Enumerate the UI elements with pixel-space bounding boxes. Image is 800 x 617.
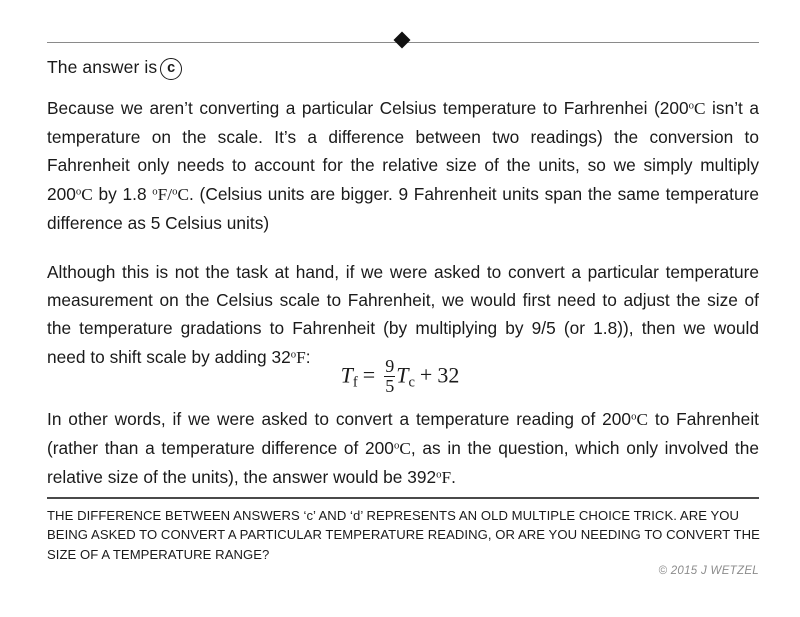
formula-denominator: 5 xyxy=(384,375,396,396)
formula-fraction: 95 xyxy=(384,356,396,396)
top-divider xyxy=(47,31,759,54)
degree-unit: oF xyxy=(436,468,452,488)
formula-equation: Tf = 9 5 Tc +32 xyxy=(340,356,460,397)
footer-rule-line xyxy=(47,497,759,499)
formula-constant: 32 xyxy=(437,362,460,388)
formula-right-symbol: T xyxy=(396,362,409,388)
formula-equals: = xyxy=(362,362,376,388)
formula-right-subscript: c xyxy=(408,374,415,391)
answer-line: The answer is c xyxy=(47,54,183,80)
degree-unit: oF/oC xyxy=(152,184,190,204)
diamond-marker-icon xyxy=(393,31,411,49)
formula-left-symbol: T xyxy=(340,362,353,388)
answer-choice-badge: c xyxy=(160,58,183,80)
formula-block: Tf = 9 5 Tc +32 xyxy=(0,356,800,397)
degree-unit: oC xyxy=(688,99,706,118)
degree-unit: oC xyxy=(393,439,411,459)
footer-note: THE DIFFERENCE BETWEEN ANSWERS ‘c’ AND ‘… xyxy=(47,508,760,562)
formula-left-subscript: f xyxy=(352,374,358,391)
document-page: The answer is c Because we aren’t convert… xyxy=(0,0,800,617)
paragraph-in-other-words: In other words, if we were asked to conv… xyxy=(47,409,759,488)
degree-unit: oC xyxy=(75,184,93,204)
formula-plus: + xyxy=(419,362,433,388)
degree-unit: oC xyxy=(631,410,649,429)
body-text-top: Because we aren’t converting a particula… xyxy=(47,94,759,372)
body-text-bottom: In other words, if we were asked to conv… xyxy=(47,405,759,493)
paragraph-although: Although this is not the task at hand, i… xyxy=(47,262,759,367)
formula-numerator: 9 xyxy=(385,356,395,376)
paragraph-reason: Because we aren’t converting a particula… xyxy=(47,98,759,233)
answer-prefix-label: The answer is xyxy=(47,57,158,77)
copyright-notice: © 2015 J WETZEL xyxy=(658,565,759,577)
